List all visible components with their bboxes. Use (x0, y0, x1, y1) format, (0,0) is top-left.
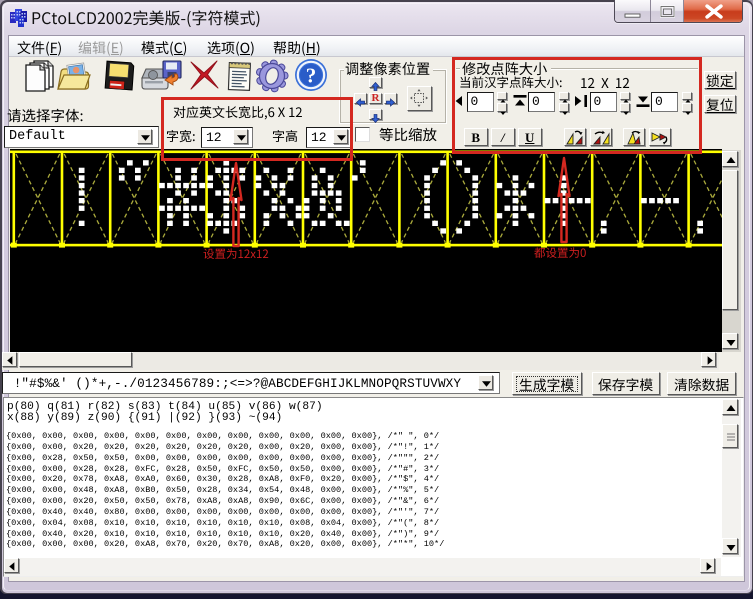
svg-text:?: ? (306, 64, 317, 88)
